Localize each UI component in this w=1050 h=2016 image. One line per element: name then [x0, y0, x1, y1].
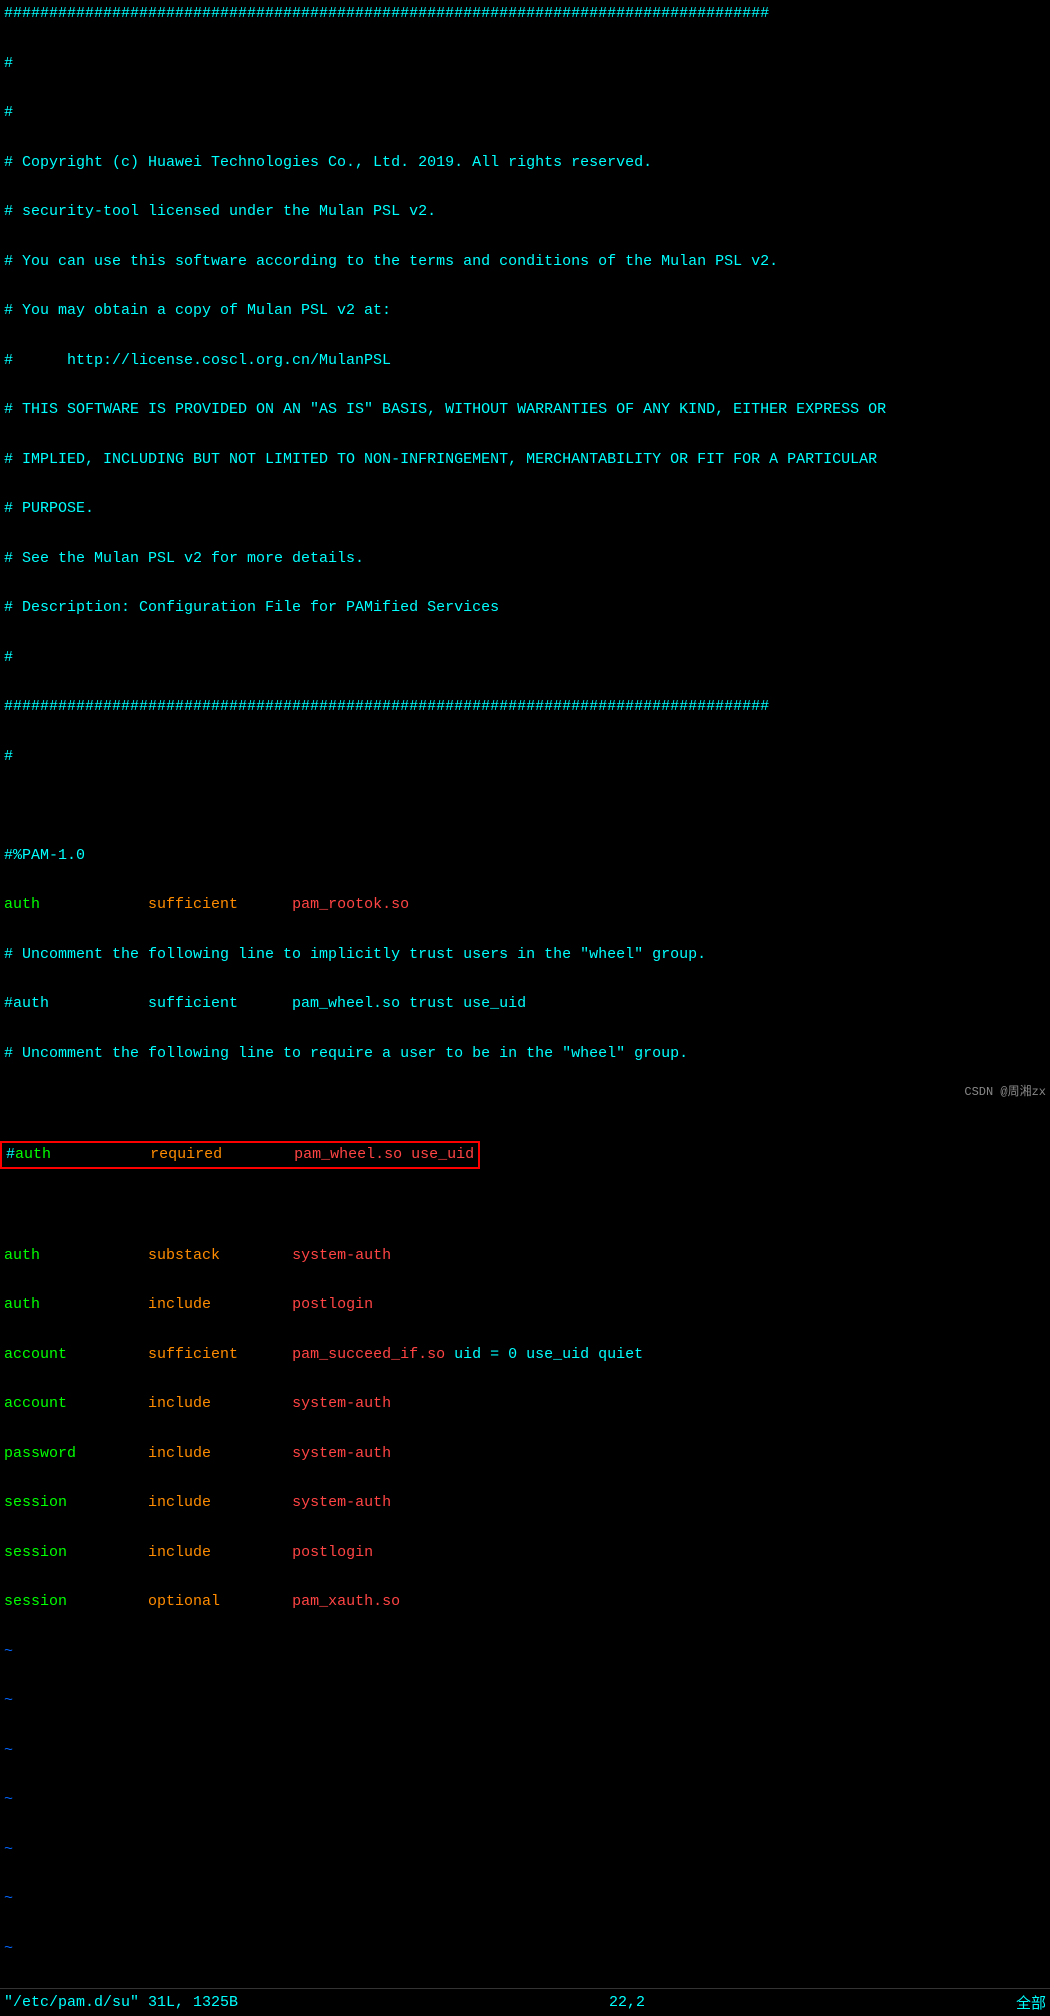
line-27: auth include postlogin [4, 1293, 1046, 1318]
line-7: # You may obtain a copy of Mulan PSL v2 … [4, 299, 1046, 324]
line-13: # Description: Configuration File for PA… [4, 596, 1046, 621]
line-28: account sufficient pam_succeed_if.so uid… [4, 1343, 1046, 1368]
status-filename: "/etc/pam.d/su" 31L, 1325B [4, 1994, 238, 2011]
line-5: # security-tool licensed under the Mulan… [4, 200, 1046, 225]
line-37: ~ [4, 1788, 1046, 1813]
line-19: auth sufficient pam_rootok.so [4, 893, 1046, 918]
line-6: # You can use this software according to… [4, 250, 1046, 275]
line-34: ~ [4, 1640, 1046, 1665]
line-29: account include system-auth [4, 1392, 1046, 1417]
line-15: ########################################… [4, 695, 1046, 720]
line-21: #auth sufficient pam_wheel.so trust use_… [4, 992, 1046, 1017]
line-35: ~ [4, 1689, 1046, 1714]
line-31: session include system-auth [4, 1491, 1046, 1516]
line-3: # [4, 101, 1046, 126]
line-25 [4, 1194, 1046, 1219]
status-scrollpos: 全部 [1016, 1992, 1046, 2013]
line-26: auth substack system-auth [4, 1244, 1046, 1269]
line-17 [4, 794, 1046, 819]
line-16: # [4, 745, 1046, 770]
line-1: ########################################… [4, 2, 1046, 27]
line-38: ~ [4, 1838, 1046, 1863]
line-9: # THIS SOFTWARE IS PROVIDED ON AN "AS IS… [4, 398, 1046, 423]
line-40: ~ [4, 1937, 1046, 1962]
watermark: CSDN @周湘zx [964, 1082, 1046, 1099]
line-20: # Uncomment the following line to implic… [4, 943, 1046, 968]
line-10: # IMPLIED, INCLUDING BUT NOT LIMITED TO … [4, 448, 1046, 473]
line-23 [4, 1091, 1046, 1116]
line-2: # [4, 52, 1046, 77]
line-39: ~ [4, 1887, 1046, 1912]
line-8: # http://license.coscl.org.cn/MulanPSL [4, 349, 1046, 374]
line-18: #%PAM-1.0 [4, 844, 1046, 869]
line-11: # PURPOSE. [4, 497, 1046, 522]
line-30: password include system-auth [4, 1442, 1046, 1467]
status-position: 22,2 [609, 1994, 645, 2011]
line-12: # See the Mulan PSL v2 for more details. [4, 547, 1046, 572]
highlighted-line: #auth required pam_wheel.so use_uid [0, 1141, 480, 1170]
line-32: session include postlogin [4, 1541, 1046, 1566]
status-bar: "/etc/pam.d/su" 31L, 1325B 22,2 全部 [0, 1988, 1050, 2016]
code-editor[interactable]: ########################################… [0, 0, 1050, 1988]
line-4: # Copyright (c) Huawei Technologies Co.,… [4, 151, 1046, 176]
line-22: # Uncomment the following line to requir… [4, 1042, 1046, 1067]
line-33: session optional pam_xauth.so [4, 1590, 1046, 1615]
line-14: # [4, 646, 1046, 671]
line-36: ~ [4, 1739, 1046, 1764]
line-24: #auth required pam_wheel.so use_uid [4, 1141, 1046, 1170]
